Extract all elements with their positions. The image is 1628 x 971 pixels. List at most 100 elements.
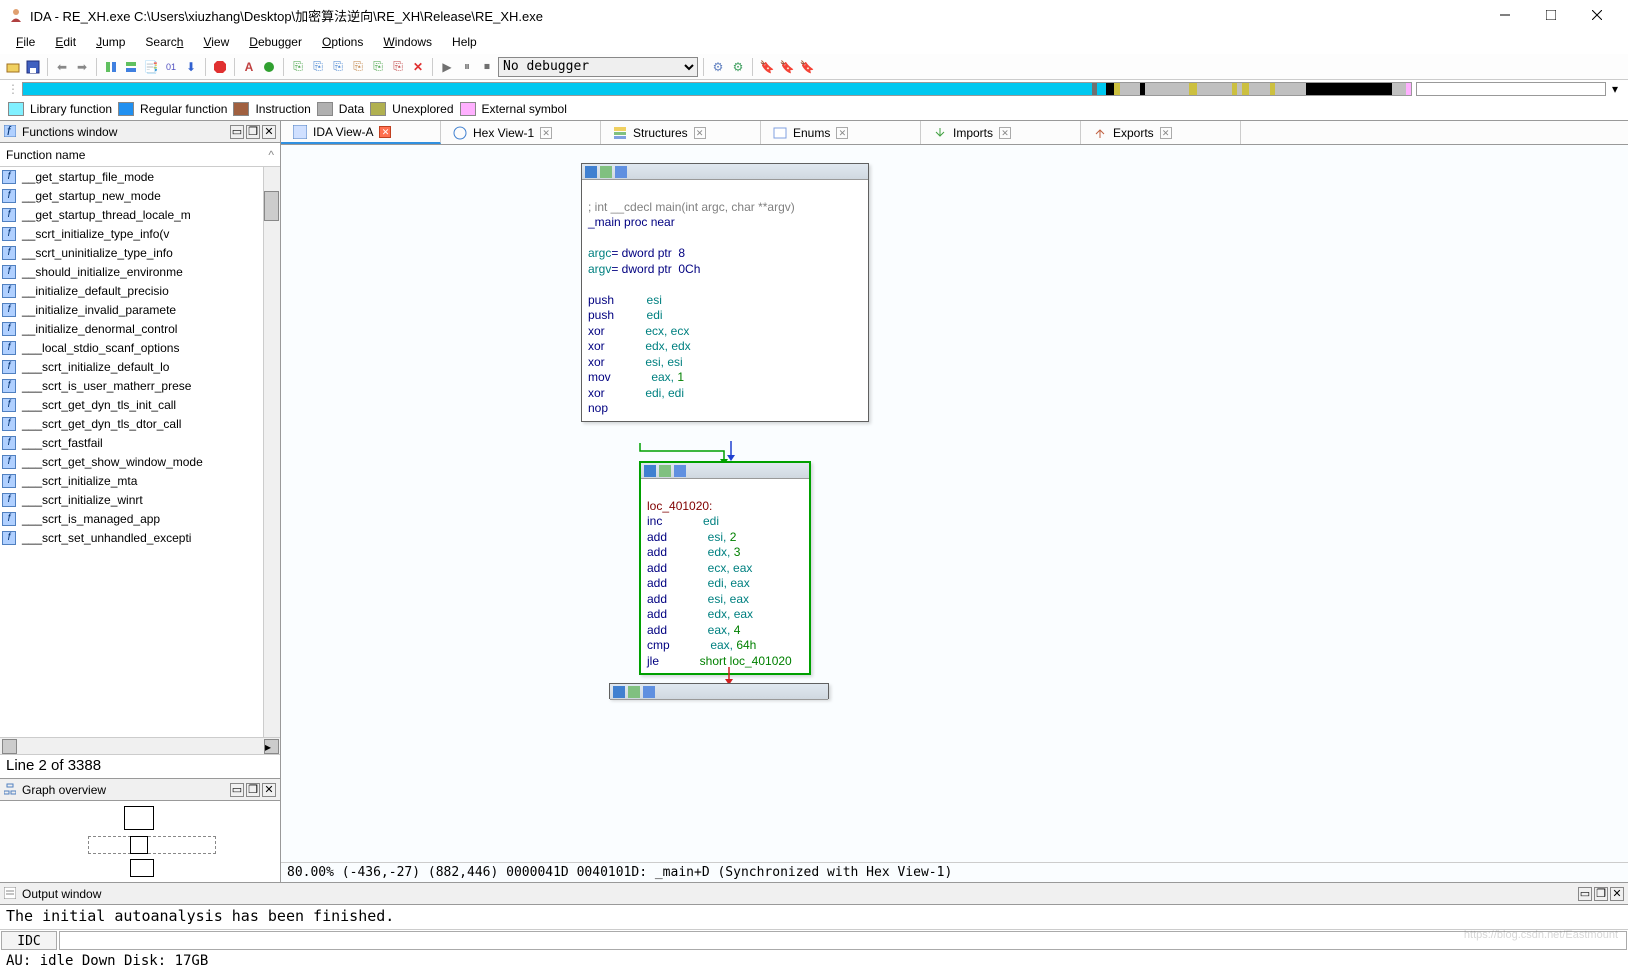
maximize-button[interactable]	[1528, 0, 1574, 30]
panel-min-icon[interactable]: ▭	[230, 125, 244, 139]
step-icon[interactable]: ⎘	[309, 58, 327, 76]
back-icon[interactable]: ⬅	[53, 58, 71, 76]
close-button[interactable]	[1574, 0, 1620, 30]
idc-button[interactable]: IDC	[1, 931, 57, 950]
function-row[interactable]: f___scrt_initialize_mta	[0, 471, 280, 490]
tab-close-icon[interactable]: ✕	[836, 127, 848, 139]
panel-close-icon[interactable]: ✕	[1610, 887, 1624, 901]
function-row[interactable]: f___scrt_is_managed_app	[0, 509, 280, 528]
text-icon[interactable]: A	[240, 58, 258, 76]
bookmark-icon[interactable]: 🔖	[798, 58, 816, 76]
menu-edit[interactable]: Edit	[47, 33, 84, 51]
chevron-down-icon[interactable]: ▾	[1606, 80, 1624, 98]
forward-icon[interactable]: ➡	[73, 58, 91, 76]
function-row[interactable]: f___scrt_set_unhandled_excepti	[0, 528, 280, 547]
step-icon[interactable]: ⎘	[289, 58, 307, 76]
step-icon[interactable]: ⎘	[389, 58, 407, 76]
menu-jump[interactable]: Jump	[88, 33, 133, 51]
graph-view[interactable]: ; int __cdecl main(int argc, char **argv…	[281, 145, 1628, 862]
function-row[interactable]: f__should_initialize_environme	[0, 262, 280, 281]
bookmark-icon[interactable]: 🔖	[778, 58, 796, 76]
tab-close-icon[interactable]: ✕	[379, 126, 391, 138]
down-icon[interactable]: ⬇	[182, 58, 200, 76]
panel-min-icon[interactable]: ▭	[1578, 887, 1592, 901]
app-icon	[8, 7, 24, 23]
open-icon[interactable]	[4, 58, 22, 76]
graph-block-partial[interactable]	[609, 683, 829, 699]
functions-list[interactable]: f__get_startup_file_modef__get_startup_n…	[0, 167, 280, 737]
tool-icon[interactable]: ⚙	[709, 58, 727, 76]
stop-debug-icon[interactable]: ⏹	[478, 58, 496, 76]
function-row[interactable]: f___scrt_fastfail	[0, 433, 280, 452]
tool-icon[interactable]	[102, 58, 120, 76]
nav-handle-icon[interactable]: ⋮	[4, 80, 22, 98]
menu-options[interactable]: Options	[314, 33, 371, 51]
navigation-strip[interactable]	[22, 82, 1412, 96]
graph-block-loop[interactable]: loc_401020: inc edi add esi, 2 add edx, …	[639, 461, 811, 675]
function-row[interactable]: f___local_stdio_scanf_options	[0, 338, 280, 357]
run-icon[interactable]: ▶	[438, 58, 456, 76]
step-icon[interactable]: ⎘	[329, 58, 347, 76]
tab-enums[interactable]: Enums✕	[761, 121, 921, 144]
tool-icon[interactable]: ⚙	[729, 58, 747, 76]
menu-search[interactable]: Search	[137, 33, 191, 51]
function-row[interactable]: f__initialize_invalid_paramete	[0, 300, 280, 319]
function-row[interactable]: f__initialize_denormal_control	[0, 319, 280, 338]
panel-close-icon[interactable]: ✕	[262, 125, 276, 139]
function-row[interactable]: f___scrt_initialize_winrt	[0, 490, 280, 509]
menu-file[interactable]: File	[8, 33, 43, 51]
panel-restore-icon[interactable]: ❐	[246, 783, 260, 797]
binary-icon[interactable]: 01	[162, 58, 180, 76]
panel-min-icon[interactable]: ▭	[230, 783, 244, 797]
menu-windows[interactable]: Windows	[375, 33, 440, 51]
menu-help[interactable]: Help	[444, 33, 485, 51]
tab-close-icon[interactable]: ✕	[694, 127, 706, 139]
circle-icon[interactable]	[260, 58, 278, 76]
tab-hex-view[interactable]: Hex View-1✕	[441, 121, 601, 144]
panel-restore-icon[interactable]: ❐	[1594, 887, 1608, 901]
functions-column-header[interactable]: Function name^	[0, 143, 280, 167]
stop-icon[interactable]	[211, 58, 229, 76]
panel-restore-icon[interactable]: ❐	[246, 125, 260, 139]
tab-imports[interactable]: Imports✕	[921, 121, 1081, 144]
hex-icon	[453, 126, 467, 140]
graph-overview-body[interactable]	[0, 801, 280, 881]
function-row[interactable]: f__scrt_uninitialize_type_info	[0, 243, 280, 262]
function-row[interactable]: f___scrt_initialize_default_lo	[0, 357, 280, 376]
nav-dropdown[interactable]	[1416, 82, 1606, 96]
tab-close-icon[interactable]: ✕	[999, 127, 1011, 139]
tab-structures[interactable]: Structures✕	[601, 121, 761, 144]
save-icon[interactable]	[24, 58, 42, 76]
function-row[interactable]: f__initialize_default_precisio	[0, 281, 280, 300]
panel-close-icon[interactable]: ✕	[262, 783, 276, 797]
filter-icon[interactable]: 📑	[142, 58, 160, 76]
function-row[interactable]: f___scrt_get_dyn_tls_init_call	[0, 395, 280, 414]
step-icon[interactable]: ⎘	[369, 58, 387, 76]
function-row[interactable]: f__get_startup_file_mode	[0, 167, 280, 186]
function-row[interactable]: f__get_startup_thread_locale_m	[0, 205, 280, 224]
menu-debugger[interactable]: Debugger	[241, 33, 310, 51]
tab-ida-view[interactable]: IDA View-A✕	[281, 121, 441, 144]
delete-icon[interactable]: ✕	[409, 58, 427, 76]
graph-block-main[interactable]: ; int __cdecl main(int argc, char **argv…	[581, 163, 869, 422]
menu-view[interactable]: View	[195, 33, 237, 51]
minimize-button[interactable]	[1482, 0, 1528, 30]
tool-icon[interactable]	[122, 58, 140, 76]
function-row[interactable]: f___scrt_get_dyn_tls_dtor_call	[0, 414, 280, 433]
function-row[interactable]: f__scrt_initialize_type_info(v	[0, 224, 280, 243]
pause-icon[interactable]: ⏸	[458, 58, 476, 76]
tab-exports[interactable]: Exports✕	[1081, 121, 1241, 144]
idc-input[interactable]	[59, 931, 1627, 950]
tab-close-icon[interactable]: ✕	[1160, 127, 1172, 139]
debugger-select[interactable]: No debugger	[498, 57, 698, 77]
bookmark-icon[interactable]: 🔖	[758, 58, 776, 76]
function-row[interactable]: f___scrt_get_show_window_mode	[0, 452, 280, 471]
scrollbar-horizontal[interactable]: ▸	[0, 737, 280, 754]
scrollbar-vertical[interactable]	[263, 167, 280, 737]
function-icon: f	[2, 189, 16, 203]
step-icon[interactable]: ⎘	[349, 58, 367, 76]
functions-status: Line 2 of 3388	[0, 754, 280, 778]
function-row[interactable]: f___scrt_is_user_matherr_prese	[0, 376, 280, 395]
function-row[interactable]: f__get_startup_new_mode	[0, 186, 280, 205]
tab-close-icon[interactable]: ✕	[540, 127, 552, 139]
